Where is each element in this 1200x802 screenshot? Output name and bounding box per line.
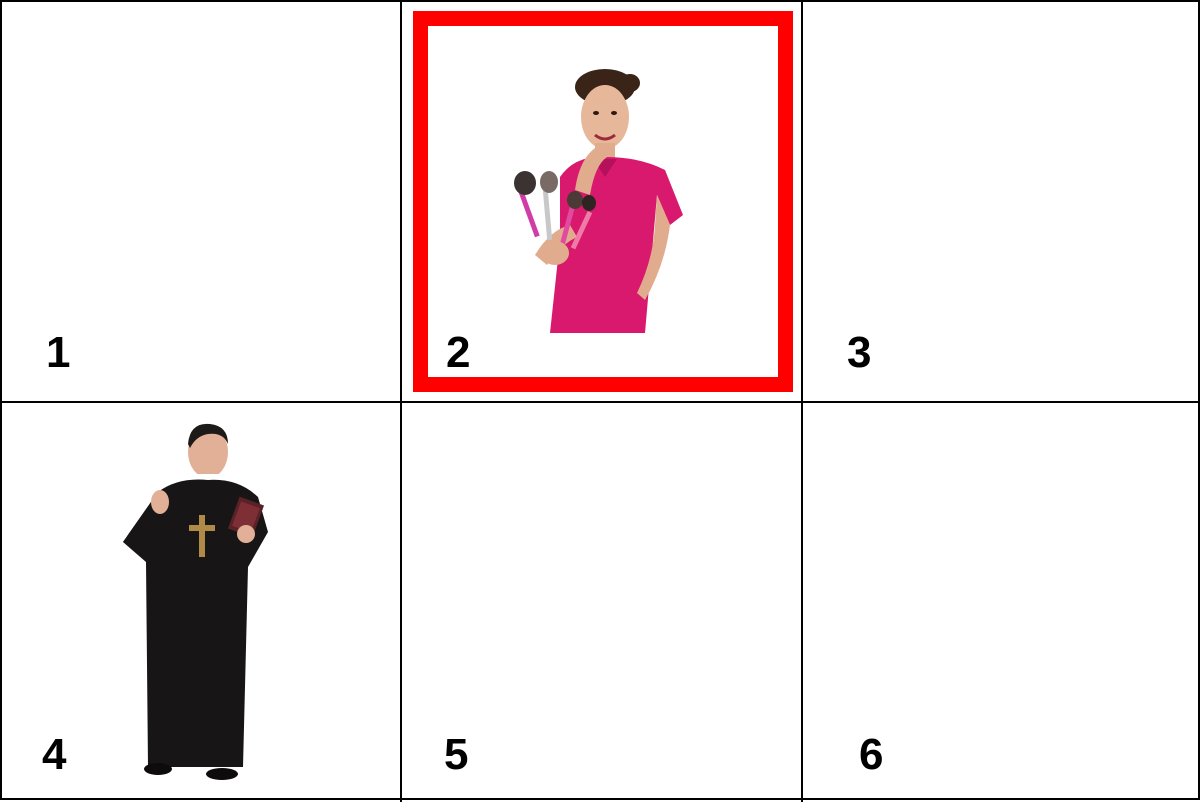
grid-cell-6[interactable]: 6 xyxy=(803,403,1200,801)
grid-cell-5[interactable]: 5 xyxy=(402,403,800,801)
woman-with-makeup-brushes-image xyxy=(514,69,683,333)
cell-number-label: 3 xyxy=(847,328,872,377)
cell-number-label: 6 xyxy=(859,730,884,779)
cell-number-label: 4 xyxy=(42,730,67,779)
priest-in-black-robe-image xyxy=(123,423,268,780)
cell-number-label: 5 xyxy=(444,730,469,779)
grid-cell-1[interactable]: 1 xyxy=(2,2,400,400)
cell-number-label: 1 xyxy=(46,328,71,377)
grid-cell-3[interactable]: 3 xyxy=(803,2,1200,400)
